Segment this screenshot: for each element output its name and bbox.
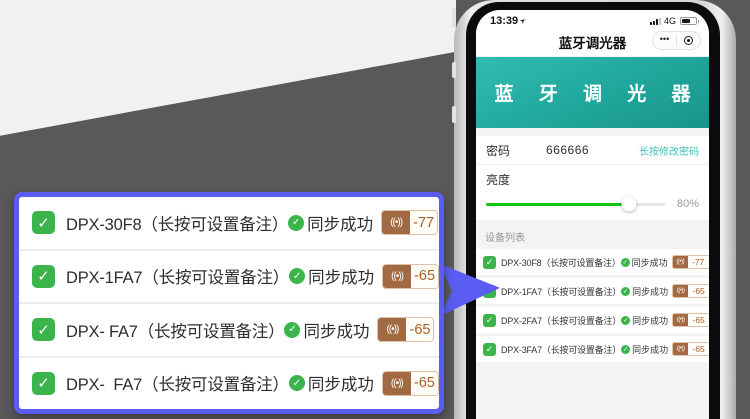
device-checkbox[interactable]: ✓ (483, 314, 496, 327)
device-row[interactable]: ✓ DPX-30F8（长按可设置备注） ✓ 同步成功 ((•)) -77 (476, 249, 709, 275)
slider-fill (486, 203, 629, 206)
broadcast-icon: ((•)) (383, 372, 411, 395)
rssi-badge: ((•)) -65 (672, 342, 709, 356)
rssi-value: -77 (410, 211, 437, 234)
exit-circle-icon (684, 36, 694, 46)
sync-status: 同步成功 (307, 211, 373, 235)
sync-check-icon: ✓ (288, 215, 304, 231)
device-row[interactable]: ✓ DPX-2FA7（长按可设置备注） ✓ 同步成功 ((•)) -65 (476, 307, 709, 333)
more-icon: ••• (660, 35, 669, 47)
device-row[interactable]: ✓ DPX-1FA7（长按可设置备注） ✓ 同步成功 ((•)) -65 (476, 278, 709, 304)
password-row: 密码 666666 长按修改密码 (476, 136, 709, 164)
rssi-badge: ((•)) -77 (672, 255, 709, 269)
miniprogram-capsule: ••• (652, 31, 701, 50)
device-name: DPX-3FA7（长按可设置备注） (501, 343, 621, 356)
background-wedge (0, 0, 456, 140)
battery-icon (680, 17, 697, 26)
rssi-badge: ((•)) -65 (377, 317, 434, 342)
password-value: 666666 (546, 143, 589, 157)
sync-status: 同步成功 (632, 343, 668, 356)
more-menu-button[interactable]: ••• (653, 32, 676, 49)
sync-check-icon: ✓ (621, 258, 630, 267)
zoom-callout-panel: ✓ DPX-30F8（长按可设置备注） ✓ 同步成功 ((•)) -77 ✓ D… (14, 192, 444, 414)
rssi-value: -65 (688, 314, 709, 326)
device-checkbox[interactable]: ✓ (32, 318, 55, 341)
nav-bar: 蓝牙调光器 ••• (476, 28, 709, 54)
rssi-badge: ((•)) -65 (672, 313, 709, 327)
brightness-label: 亮度 (486, 171, 699, 188)
device-row[interactable]: ✓ DPX-1FA7（长按可设置备注） ✓ 同步成功 ((•)) -65 (19, 249, 439, 303)
banner-title: 蓝 牙 调 光 器 (484, 79, 700, 106)
device-name: DPX-30F8（长按可设置备注） (501, 256, 621, 269)
device-row[interactable]: ✓ DPX- FA7（长按可设置备注） ✓ 同步成功 ((•)) -65 (19, 302, 439, 356)
broadcast-icon: ((•)) (673, 343, 688, 355)
rssi-value: -77 (688, 256, 709, 268)
phone-screen: 13:39 ➤ 4G 蓝牙调光器 (476, 10, 709, 419)
device-row[interactable]: ✓ DPX- FA7（长按可设置备注） ✓ 同步成功 ((•)) -65 (19, 356, 439, 410)
rssi-value: -65 (411, 372, 438, 395)
device-checkbox[interactable]: ✓ (32, 372, 55, 395)
clock: 13:39 (490, 15, 518, 27)
password-label: 密码 (486, 142, 510, 159)
brightness-percent: 80% (677, 198, 699, 210)
sync-status: 同步成功 (632, 285, 668, 298)
rssi-badge: ((•)) -77 (381, 210, 438, 235)
broadcast-icon: ((•)) (382, 211, 410, 234)
change-password-link[interactable]: 长按修改密码 (639, 143, 699, 158)
sync-check-icon: ✓ (621, 287, 630, 296)
sync-check-icon: ✓ (289, 268, 305, 284)
phone-mute-switch (452, 8, 456, 28)
broadcast-icon: ((•)) (383, 265, 411, 288)
location-arrow-icon: ➤ (518, 16, 528, 26)
sync-check-icon: ✓ (621, 316, 630, 325)
device-row[interactable]: ✓ DPX-30F8（长按可设置备注） ✓ 同步成功 ((•)) -77 (19, 197, 439, 249)
phone-volume-down-button (452, 106, 456, 123)
sync-status: 同步成功 (632, 256, 668, 269)
broadcast-icon: ((•)) (673, 314, 688, 326)
sync-status: 同步成功 (303, 318, 369, 342)
rssi-value: -65 (688, 343, 709, 355)
device-name: DPX-2FA7（长按可设置备注） (501, 314, 621, 327)
device-list-header: 设备列表 (476, 220, 709, 249)
phone-mockup: 13:39 ➤ 4G 蓝牙调光器 (454, 0, 736, 419)
device-name: DPX-1FA7（长按可设置备注） (66, 264, 289, 288)
brightness-section: 亮度 80% (476, 164, 709, 220)
broadcast-icon: ((•)) (378, 318, 406, 341)
sync-status: 同步成功 (308, 371, 374, 395)
sync-check-icon: ✓ (284, 322, 300, 338)
sync-check-icon: ✓ (621, 345, 630, 354)
device-row[interactable]: ✓ DPX-3FA7（长按可设置备注） ✓ 同步成功 ((•)) -65 (476, 336, 709, 362)
rssi-value: -65 (688, 285, 709, 297)
rssi-value: -65 (406, 318, 433, 341)
screenshot-scene: 13:39 ➤ 4G 蓝牙调光器 (0, 0, 750, 419)
phone-volume-up-button (452, 62, 456, 78)
rssi-badge: ((•)) -65 (382, 371, 439, 396)
status-and-nav: 13:39 ➤ 4G 蓝牙调光器 (476, 10, 709, 56)
device-checkbox[interactable]: ✓ (483, 343, 496, 356)
rssi-badge: ((•)) -65 (382, 264, 439, 289)
device-checkbox[interactable]: ✓ (483, 256, 496, 269)
slider-knob[interactable] (622, 197, 637, 212)
app-banner: 蓝 牙 调 光 器 (476, 57, 709, 128)
exit-button[interactable] (677, 32, 700, 49)
network-type: 4G (664, 16, 676, 26)
device-list: ✓ DPX-30F8（长按可设置备注） ✓ 同步成功 ((•)) -77 ✓ D… (476, 249, 709, 362)
sync-check-icon: ✓ (289, 375, 305, 391)
sync-status: 同步成功 (632, 314, 668, 327)
rssi-value: -65 (411, 265, 438, 288)
device-checkbox[interactable]: ✓ (32, 211, 55, 234)
broadcast-icon: ((•)) (673, 256, 688, 268)
status-bar: 13:39 ➤ 4G (476, 10, 709, 28)
rssi-badge: ((•)) -65 (672, 284, 709, 298)
device-name: DPX-1FA7（长按可设置备注） (501, 285, 621, 298)
device-name: DPX- FA7（长按可设置备注） (66, 318, 284, 342)
device-checkbox[interactable]: ✓ (32, 265, 55, 288)
brightness-slider[interactable] (486, 203, 665, 206)
device-name: DPX- FA7（长按可设置备注） (66, 371, 289, 395)
broadcast-icon: ((•)) (673, 285, 688, 297)
cellular-signal-icon (650, 17, 661, 25)
device-name: DPX-30F8（长按可设置备注） (66, 211, 288, 235)
sync-status: 同步成功 (308, 264, 374, 288)
